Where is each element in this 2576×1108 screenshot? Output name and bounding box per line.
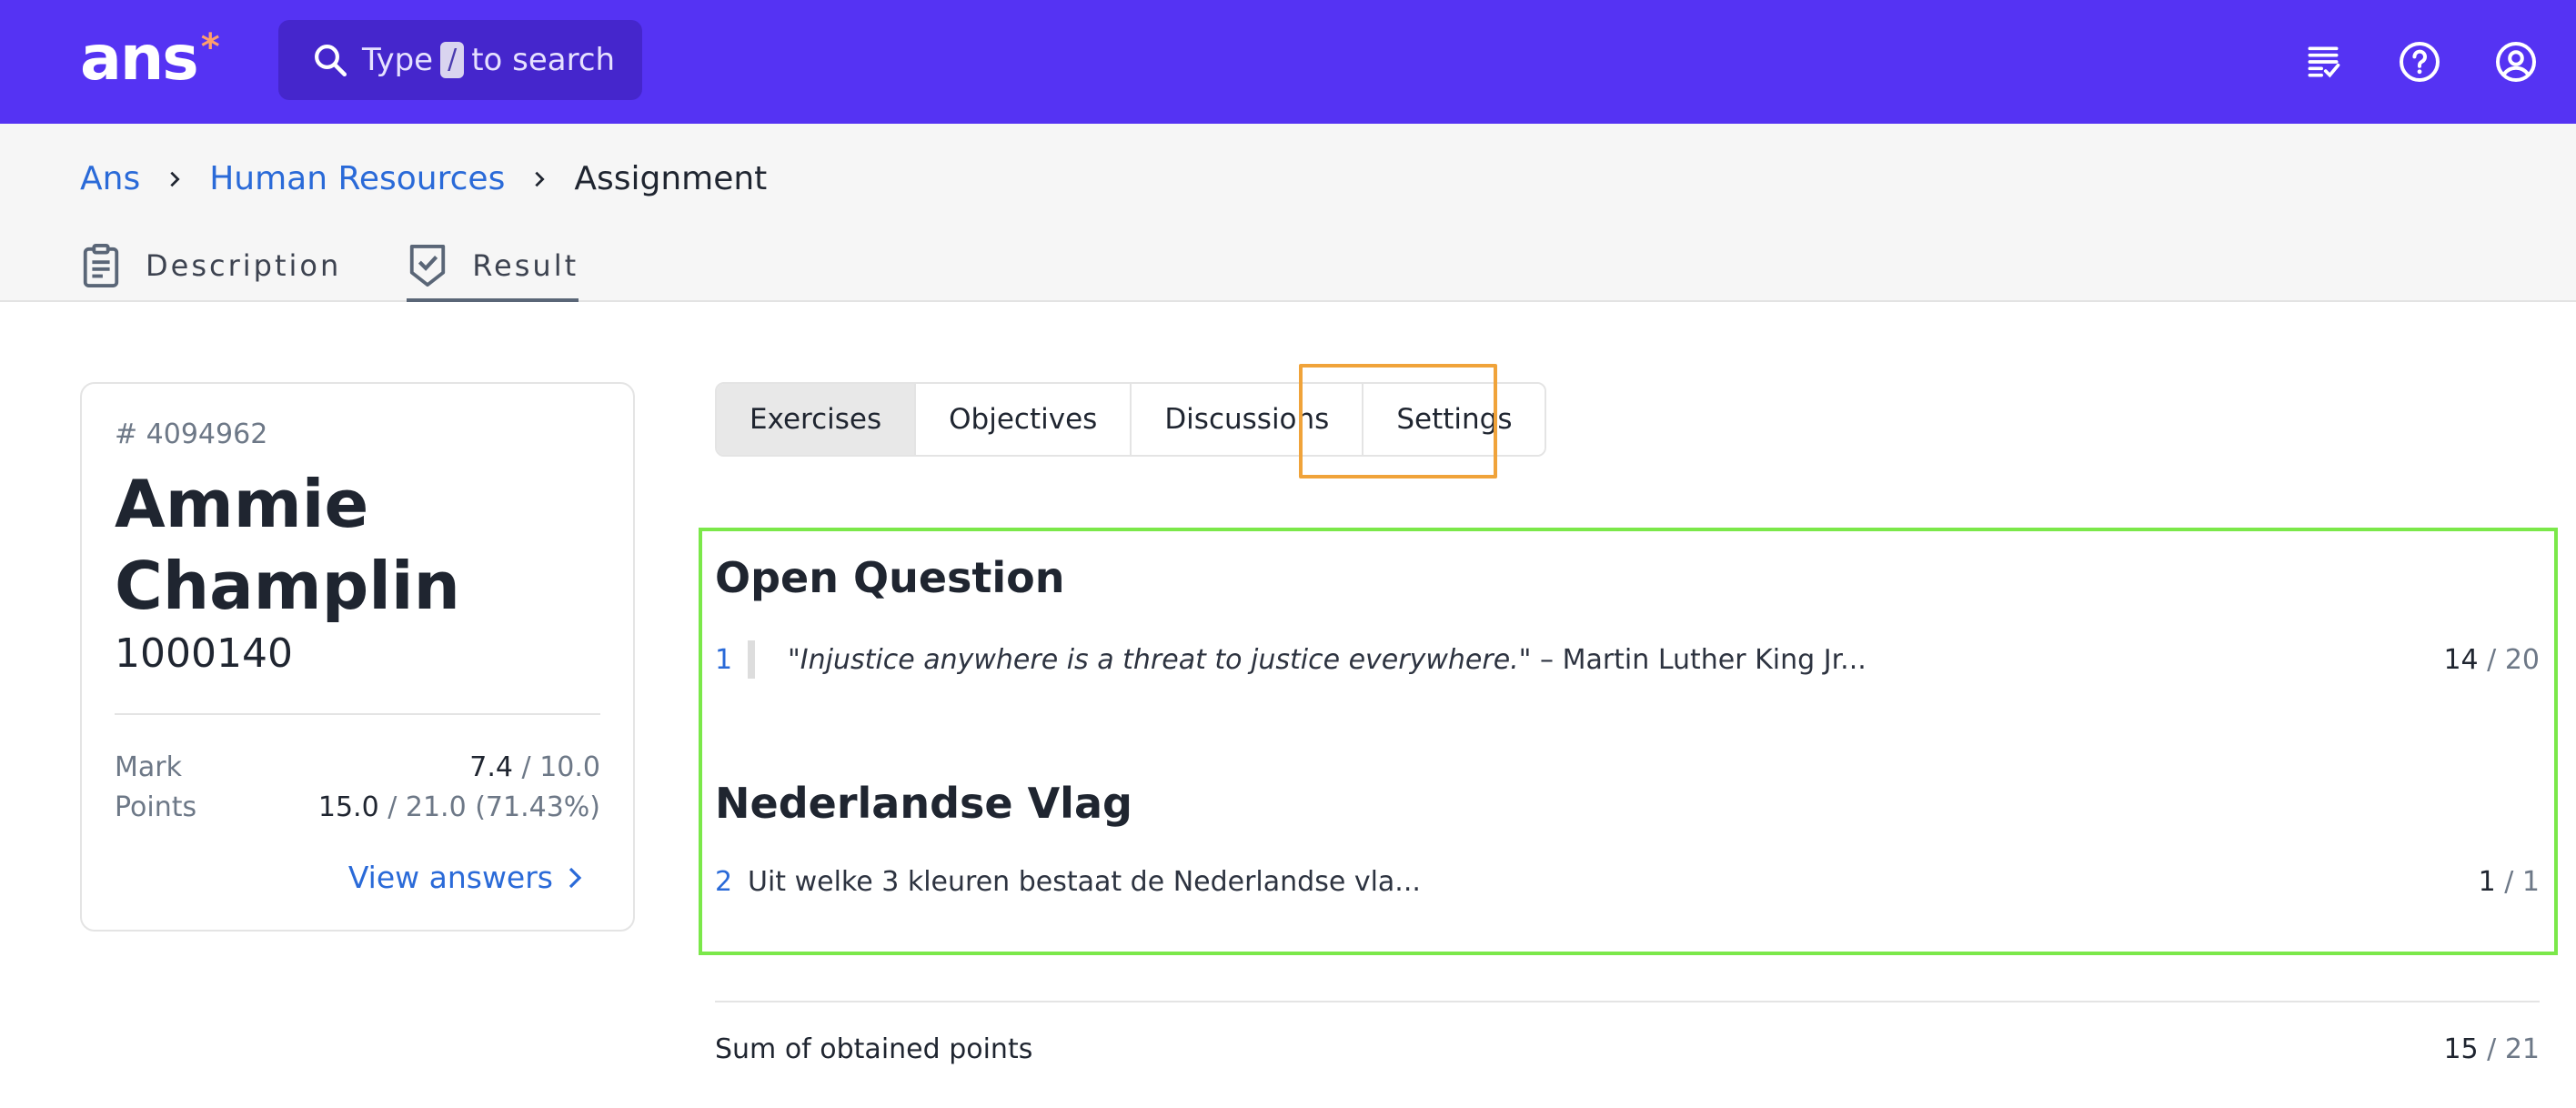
page-tabs: Description Result [80,229,579,302]
exercise-score-value: 14 [2443,643,2479,676]
breadcrumb-current: Assignment [574,160,768,197]
exercise-row-1[interactable]: 1 "Injustice anywhere is a threat to jus… [715,640,2540,679]
search-button[interactable]: Type / to search [278,20,642,100]
candidate-name-first: Ammie [115,466,369,542]
user-account-icon [2496,42,2536,82]
mark-value-group: 7.4 / 10.0 [469,748,600,788]
quote-bar [748,640,755,679]
tab-description-label: Description [146,248,342,283]
breadcrumb: Ans Human Resources Assignment [80,160,767,197]
points-total: / 21.0 (71.43%) [387,791,600,823]
exercise-score-value: 1 [2478,866,2496,898]
candidate-number: 1000140 [115,630,293,677]
section-title-open-question: Open Question [715,553,1065,602]
logo-text: ans [80,23,199,95]
breadcrumb-human-resources[interactable]: Human Resources [209,160,505,197]
mark-total: / 10.0 [521,751,600,783]
help-circle-icon [2400,42,2440,82]
search-prefix: Type [362,42,434,78]
sum-row: Sum of obtained points 15 / 21 [715,1033,2540,1065]
mark-label: Mark [115,751,182,783]
exercise-text: Uit welke 3 kleuren bestaat de Nederland… [748,866,1421,898]
help-button[interactable] [2392,35,2447,89]
shield-check-icon [410,244,446,287]
candidate-card: # 4094962 Ammie Champlin 1000140 Mark 7.… [80,382,635,932]
chevron-right-icon [569,867,582,888]
top-bar: ans * Type / to search [0,0,2576,124]
breadcrumb-ans[interactable]: Ans [80,160,140,197]
list-check-icon [2308,46,2340,78]
sum-value: 15 [2443,1033,2479,1065]
exercise-score: 1 / 1 [2479,866,2540,898]
sum-value-group: 15 / 21 [2443,1033,2540,1065]
tab-result[interactable]: Result [407,229,579,302]
exercise-number: 1 [715,643,733,676]
tab-objectives[interactable]: Objectives [916,384,1132,455]
tab-result-label: Result [472,248,579,283]
header-actions [2296,35,2543,89]
mark-row: Mark 7.4 / 10.0 [115,748,600,788]
account-button[interactable] [2489,35,2543,89]
search-shortcut-key: / [440,42,465,78]
grading-list-button[interactable] [2296,35,2350,89]
exercise-number: 2 [715,866,733,898]
exercise-text: "Injustice anywhere is a threat to justi… [788,644,2443,676]
exercise-author: – Martin Luther King Jr... [1531,643,1867,676]
sum-total: / 21 [2487,1033,2540,1065]
candidate-id: # 4094962 [115,418,268,450]
card-divider [115,713,600,715]
chevron-right-icon [156,161,193,197]
points-value-group: 15.0 / 21.0 (71.43%) [318,788,600,828]
logo-asterisk: * [200,26,220,68]
search-icon [315,45,347,77]
section-title-nederlandse-vlag: Nederlandse Vlag [715,779,1132,828]
exercise-quote: "Injustice anywhere is a threat to justi… [788,643,1532,676]
exercise-score: 14 / 20 [2443,644,2540,676]
points-value: 15.0 [317,791,379,823]
mark-value: 7.4 [469,751,513,783]
sub-header: Ans Human Resources Assignment Descripti… [0,124,2576,302]
tab-exercises[interactable]: Exercises [717,384,917,455]
candidate-name-last: Champlin [115,548,460,624]
view-answers-link[interactable]: View answers [348,860,586,895]
sum-divider [715,1001,2540,1002]
sum-label: Sum of obtained points [715,1033,1033,1065]
search-suffix: to search [471,42,616,78]
points-label: Points [115,791,197,823]
clipboard-icon [83,244,119,287]
exercise-score-total: / 20 [2487,643,2540,676]
tab-description[interactable]: Description [80,229,341,302]
view-answers-label: View answers [347,860,553,895]
points-row: Points 15.0 / 21.0 (71.43%) [115,788,600,828]
ans-logo[interactable]: ans * [80,27,220,91]
chevron-right-icon [521,161,558,197]
exercise-score-total: / 1 [2504,866,2540,898]
settings-highlight-box [1299,364,1497,478]
exercise-row-2[interactable]: 2 Uit welke 3 kleuren bestaat de Nederla… [715,866,2540,898]
